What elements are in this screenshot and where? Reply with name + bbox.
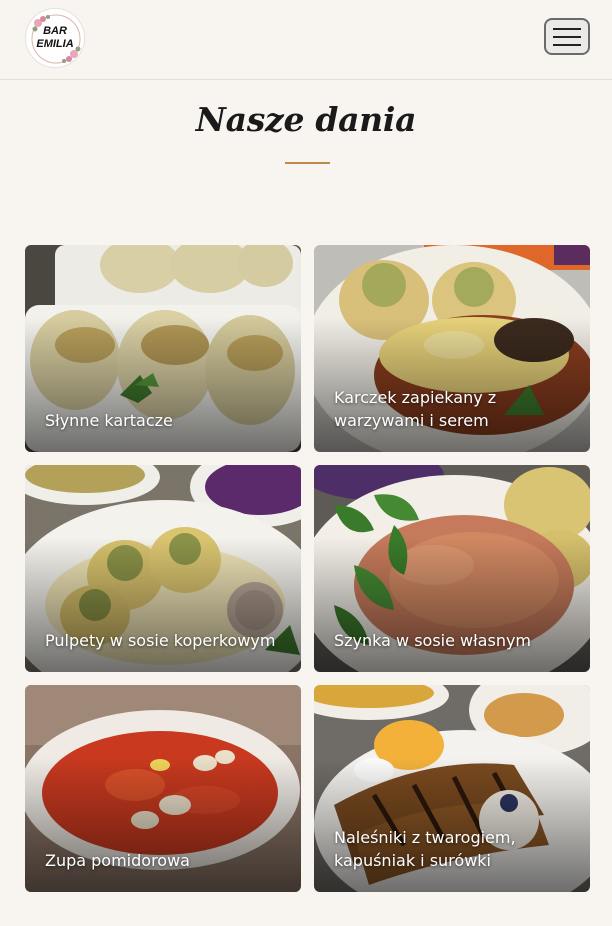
- hamburger-menu-button[interactable]: [544, 18, 590, 55]
- dish-card-nalesniki[interactable]: Naleśniki z twarogiem, kapuśniak i surów…: [314, 685, 590, 892]
- dish-card-label: Karczek zapiekany z warzywami i serem: [334, 388, 497, 430]
- dish-card-label: Pulpety w sosie koperkowym: [45, 631, 276, 650]
- dish-card-karczek[interactable]: Karczek zapiekany z warzywami i serem: [314, 245, 590, 452]
- dish-card-pomidorowa[interactable]: Zupa pomidorowa: [25, 685, 301, 892]
- dish-card-label: Szynka w sosie własnym: [334, 631, 532, 650]
- dish-card-label: Zupa pomidorowa: [45, 851, 190, 870]
- logo-line-bar: BAR: [43, 25, 67, 37]
- dish-card-pulpety[interactable]: Pulpety w sosie koperkowym: [25, 465, 301, 672]
- title-divider: [285, 162, 330, 164]
- site-header: BAR EMILIA: [0, 0, 612, 80]
- dish-card-label: Naleśniki z twarogiem, kapuśniak i surów…: [334, 828, 516, 870]
- logo-line-emilia: EMILIA: [36, 38, 74, 50]
- hamburger-menu-icon: [553, 27, 581, 30]
- dishes-grid: Słynne kartacze Karczek zapiekany z warz…: [25, 245, 590, 892]
- dish-card-szynka[interactable]: Szynka w sosie własnym: [314, 465, 590, 672]
- dish-card-kartacze[interactable]: Słynne kartacze: [25, 245, 301, 452]
- page-title: Nasze dania: [195, 100, 417, 139]
- bar-emilia-logo[interactable]: BAR EMILIA: [25, 8, 85, 68]
- dish-card-label: Słynne kartacze: [45, 411, 173, 430]
